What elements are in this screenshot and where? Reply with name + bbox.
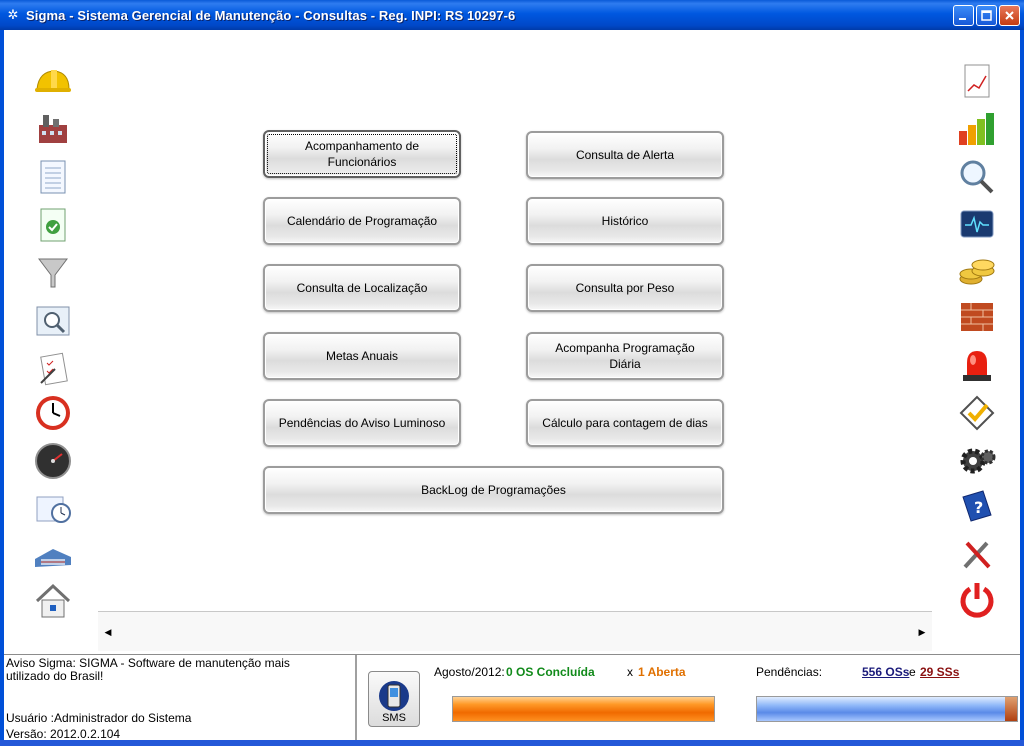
status-panel: Aviso Sigma: SIGMA - Software de manuten…	[4, 654, 1020, 742]
scroll-left-arrow-icon[interactable]: ◀	[100, 624, 116, 640]
window-frame-left	[0, 30, 4, 746]
usuario-text: Usuário :Administrador do Sistema	[6, 711, 192, 725]
consulta-localizacao-button[interactable]: Consulta de Localização	[263, 264, 461, 312]
panel-divider	[355, 655, 357, 741]
close-icon	[1005, 11, 1014, 20]
maximize-icon	[981, 10, 992, 21]
hard-hat-icon[interactable]	[32, 60, 74, 102]
sss-link[interactable]: 29 SSs	[920, 665, 959, 679]
e-separator: e	[909, 665, 916, 679]
magnifier-window-icon[interactable]	[32, 300, 74, 342]
os-progress-bar	[452, 696, 715, 722]
phone-icon	[379, 681, 409, 711]
pendencias-progress-bar	[756, 696, 1018, 722]
tools-icon[interactable]	[956, 534, 998, 576]
aberta-text: 1 Aberta	[638, 665, 686, 679]
backlog-button[interactable]: BackLog de Programações	[263, 466, 724, 514]
search-glass-icon[interactable]	[956, 156, 998, 198]
svg-text:?: ?	[974, 498, 983, 517]
speedometer-icon[interactable]	[32, 440, 74, 482]
minimize-button[interactable]	[953, 5, 974, 26]
taskbar	[0, 740, 1024, 746]
minimize-icon	[959, 18, 966, 20]
oss-link[interactable]: 556 OSs	[862, 665, 909, 679]
coins-icon[interactable]	[956, 250, 998, 292]
document-list-icon[interactable]	[32, 156, 74, 198]
gears-icon[interactable]	[956, 440, 998, 482]
sms-button[interactable]: SMS	[368, 671, 420, 727]
monitor-pulse-icon[interactable]	[956, 204, 998, 246]
user-info: Usuário :Administrador do Sistema Versão…	[6, 710, 191, 742]
pendencias-bar-end	[1005, 697, 1017, 721]
aviso-text: Aviso Sigma: SIGMA - Software de manuten…	[6, 656, 290, 683]
window-frame-right	[1020, 30, 1024, 746]
title-bar: ✲ Sigma - Sistema Gerencial de Manutençã…	[0, 0, 1024, 30]
metas-anuais-button[interactable]: Metas Anuais	[263, 332, 461, 380]
warehouse-icon[interactable]	[32, 536, 74, 578]
historico-button[interactable]: Histórico	[526, 197, 724, 245]
clock-icon[interactable]	[32, 392, 74, 434]
window-title: Sigma - Sistema Gerencial de Manutenção …	[26, 7, 516, 23]
help-book-icon[interactable]: ?	[956, 486, 998, 528]
document-check-icon[interactable]	[32, 204, 74, 246]
calculo-contagem-button[interactable]: Cálculo para contagem de dias	[526, 399, 724, 447]
maximize-button[interactable]	[976, 5, 997, 26]
checklist-pen-icon[interactable]	[32, 348, 74, 390]
acompanha-programacao-button[interactable]: Acompanha Programação Diária	[526, 332, 724, 380]
report-chart-icon[interactable]	[956, 60, 998, 102]
bricks-icon[interactable]	[956, 296, 998, 338]
factory-icon[interactable]	[32, 108, 74, 150]
bar-chart-icon[interactable]	[956, 108, 998, 150]
consulta-peso-button[interactable]: Consulta por Peso	[526, 264, 724, 312]
alarm-light-icon[interactable]	[956, 344, 998, 386]
consulta-alerta-button[interactable]: Consulta de Alerta	[526, 131, 724, 179]
app-gear-icon[interactable]: ✲	[6, 8, 20, 22]
power-icon[interactable]	[956, 578, 998, 620]
sms-label: SMS	[382, 712, 406, 724]
funnel-icon[interactable]	[32, 252, 74, 294]
close-button[interactable]	[999, 5, 1020, 26]
pendencias-aviso-button[interactable]: Pendências do Aviso Luminoso	[263, 399, 461, 447]
checkmark-icon[interactable]	[956, 392, 998, 434]
home-icon[interactable]	[32, 580, 74, 622]
calendario-programacao-button[interactable]: Calendário de Programação	[263, 197, 461, 245]
x-separator: x	[627, 665, 633, 679]
scroll-right-arrow-icon[interactable]: ▶	[914, 624, 930, 640]
month-label: Agosto/2012:	[434, 665, 505, 679]
os-concluida-text: 0 OS Concluída	[506, 665, 595, 679]
window-controls	[953, 5, 1020, 26]
horizontal-scroller[interactable]: ◀ ▶	[98, 611, 932, 651]
schedule-clock-icon[interactable]	[32, 488, 74, 530]
pendencias-label: Pendências:	[756, 665, 823, 679]
acompanhamento-funcionarios-button[interactable]: Acompanhamento de Funcionários	[263, 130, 461, 178]
